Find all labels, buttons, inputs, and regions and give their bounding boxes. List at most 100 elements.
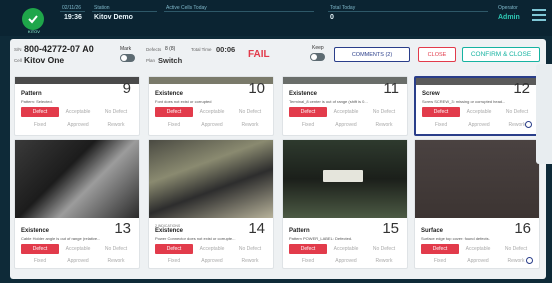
approved-option[interactable]: Approved: [59, 256, 97, 266]
acceptable-option[interactable]: Acceptable: [460, 107, 498, 117]
side-panel-tab[interactable]: [536, 64, 552, 164]
approved-option[interactable]: Approved: [327, 120, 365, 130]
defect-option[interactable]: Defect: [289, 107, 327, 117]
defect-image: [283, 140, 407, 218]
select-radio[interactable]: [526, 257, 533, 264]
card-title: Pattern: [289, 228, 310, 234]
cell-label: Cell: [14, 58, 22, 63]
card-number: 12: [513, 80, 530, 97]
rework-option[interactable]: Rework: [97, 256, 135, 266]
defect-option[interactable]: Defect: [155, 244, 193, 254]
operator-value[interactable]: Admin: [498, 14, 520, 21]
card-number: 14: [248, 220, 265, 237]
no-defect-option[interactable]: No Defect: [231, 107, 269, 117]
total-today-value: 0: [330, 14, 334, 21]
defect-image: [15, 140, 139, 218]
acceptable-option[interactable]: Acceptable: [459, 244, 497, 254]
defect-option[interactable]: Defect: [21, 244, 59, 254]
acceptable-option[interactable]: Acceptable: [59, 107, 97, 117]
defect-card[interactable]: Pattern 15 Pattern POWER_LABEL: Defected…: [282, 139, 408, 269]
close-button[interactable]: CLOSE: [418, 47, 456, 62]
defect-card[interactable]: Existence 10 Font does not exist or corr…: [148, 76, 274, 136]
defect-image: [149, 140, 273, 218]
action-row: Fixed Approved Rework: [289, 256, 403, 266]
fixed-option[interactable]: Fixed: [21, 120, 59, 130]
approved-option[interactable]: Approved: [460, 120, 498, 130]
card-description: Power Connector does not exist or corrup…: [155, 236, 236, 241]
rework-option[interactable]: Rework: [231, 120, 269, 130]
card-number: 13: [114, 220, 131, 237]
comments-button[interactable]: COMMENTS (2): [334, 47, 410, 62]
defect-card[interactable]: Surface 16 Surface edge top cover: found…: [414, 139, 540, 269]
no-defect-option[interactable]: No Defect: [97, 107, 135, 117]
approved-option[interactable]: Approved: [193, 120, 231, 130]
no-defect-option[interactable]: No Defect: [365, 107, 403, 117]
total-time-label: Total Time: [191, 47, 212, 52]
station-value: Kitov Demo: [94, 14, 133, 21]
classification-row: Defect Acceptable No Defect: [421, 244, 535, 254]
defect-card[interactable]: Existence 11 Terminal_8 center is out of…: [282, 76, 408, 136]
total-time-value: 00:06: [216, 45, 236, 54]
rework-option[interactable]: Rework: [365, 256, 403, 266]
keep-toggle[interactable]: [310, 53, 325, 61]
defect-option[interactable]: Defect: [421, 244, 459, 254]
classification-row: Defect Acceptable No Defect: [289, 244, 403, 254]
rework-option[interactable]: Rework: [231, 256, 269, 266]
defect-option[interactable]: Defect: [422, 107, 460, 117]
fixed-option[interactable]: Fixed: [21, 256, 59, 266]
acceptable-option[interactable]: Acceptable: [327, 244, 365, 254]
card-title: Existence: [21, 228, 50, 234]
approved-option[interactable]: Approved: [327, 256, 365, 266]
approved-option[interactable]: Approved: [459, 256, 497, 266]
fixed-option[interactable]: Fixed: [155, 256, 193, 266]
divider: [328, 11, 488, 12]
divider: [60, 11, 85, 12]
defects-value: 8 (8): [165, 46, 176, 52]
plan-label: Plan: [146, 58, 156, 63]
card-number: 10: [248, 80, 265, 97]
card-number: 11: [383, 80, 399, 97]
operator-label: Operator: [498, 5, 518, 11]
card-title: Screw: [422, 91, 440, 97]
no-defect-option[interactable]: No Defect: [498, 107, 536, 117]
no-defect-option[interactable]: No Defect: [497, 244, 535, 254]
action-row: Fixed Approved Rework: [421, 256, 535, 266]
no-defect-option[interactable]: No Defect: [365, 244, 403, 254]
defect-option[interactable]: Defect: [289, 244, 327, 254]
acceptable-option[interactable]: Acceptable: [59, 244, 97, 254]
defect-card[interactable]: Existence 13 Cable Holder angle is out o…: [14, 139, 140, 269]
rework-option[interactable]: Rework: [97, 120, 135, 130]
result-panel: S/N 800-42772-07 A0 Cell Kitov One Mark …: [10, 39, 546, 279]
card-title: Existence: [289, 91, 318, 97]
acceptable-option[interactable]: Acceptable: [193, 244, 231, 254]
card-description: Cable Holder angle is out of range (rela…: [21, 236, 101, 241]
card-number: 9: [122, 80, 131, 97]
time-value: 19:36: [64, 14, 82, 21]
no-defect-option[interactable]: No Defect: [97, 244, 135, 254]
fixed-option[interactable]: Fixed: [155, 120, 193, 130]
select-radio[interactable]: [525, 121, 532, 128]
defect-card[interactable]: 2 INDICATIONS Existence 14 Power Connect…: [148, 139, 274, 269]
defect-card[interactable]: Pattern 9 Pattern: Selected. Defect Acce…: [14, 76, 140, 136]
fixed-option[interactable]: Fixed: [422, 120, 460, 130]
fixed-option[interactable]: Fixed: [421, 256, 459, 266]
sn-label: S/N: [14, 47, 22, 52]
approved-option[interactable]: Approved: [193, 256, 231, 266]
acceptable-option[interactable]: Acceptable: [327, 107, 365, 117]
approved-option[interactable]: Approved: [59, 120, 97, 130]
result-header: S/N 800-42772-07 A0 Cell Kitov One Mark …: [10, 39, 546, 69]
fixed-option[interactable]: Fixed: [289, 256, 327, 266]
confirm-close-button[interactable]: CONFIRM & CLOSE: [462, 47, 540, 62]
menu-icon[interactable]: [532, 9, 546, 24]
card-title: Pattern: [21, 91, 42, 97]
card-description: Pattern POWER_LABEL: Defected.: [289, 236, 353, 241]
rework-option[interactable]: Rework: [365, 120, 403, 130]
defect-option[interactable]: Defect: [21, 107, 59, 117]
acceptable-option[interactable]: Acceptable: [193, 107, 231, 117]
defect-card-selected[interactable]: Screw 12 Screw SCREW_3: missing or corru…: [414, 76, 540, 136]
no-defect-option[interactable]: No Defect: [231, 244, 269, 254]
fixed-option[interactable]: Fixed: [289, 120, 327, 130]
defect-option[interactable]: Defect: [155, 107, 193, 117]
mark-toggle[interactable]: [120, 54, 135, 62]
card-description: Terminal_8 center is out of range (shift…: [289, 99, 368, 104]
